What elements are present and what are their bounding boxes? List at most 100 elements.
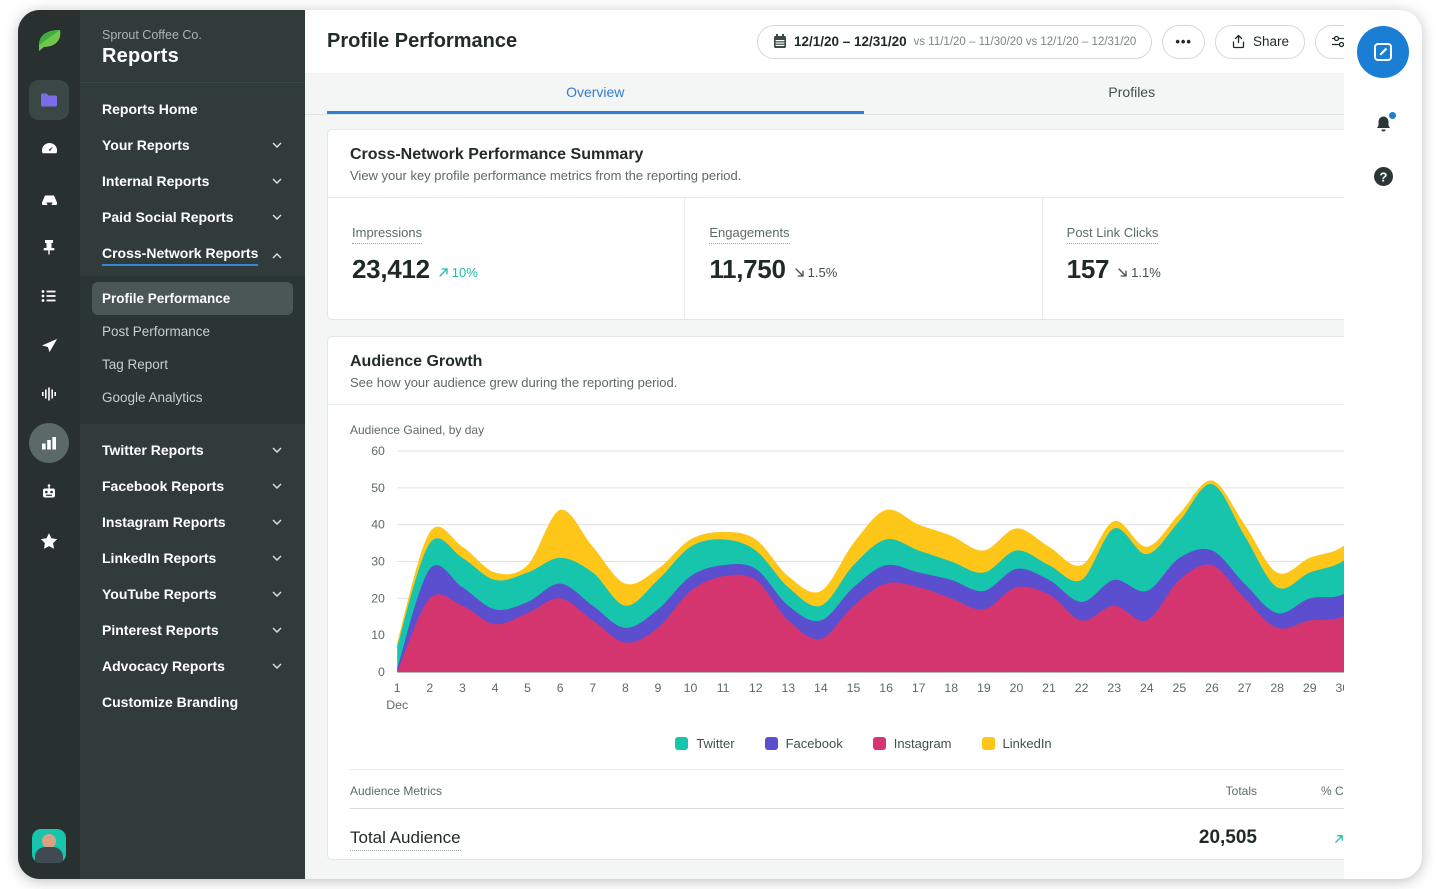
sidebar-subitem-tag-report[interactable]: Tag Report: [92, 348, 293, 381]
sidebar-header: Sprout Coffee Co. Reports: [80, 10, 305, 83]
arrow-up-right-icon: [438, 267, 449, 278]
legend-item-twitter[interactable]: Twitter: [675, 736, 734, 751]
sidebar-item-pinterest-reports[interactable]: Pinterest Reports: [80, 612, 305, 648]
sidebar-item-twitter-reports[interactable]: Twitter Reports: [80, 432, 305, 468]
sidebar-subitem-post-performance[interactable]: Post Performance: [92, 315, 293, 348]
share-icon: [1231, 34, 1246, 49]
svg-text:?: ?: [1379, 169, 1387, 184]
tab-overview[interactable]: Overview: [327, 73, 864, 114]
summary-subtitle: View your key profile performance metric…: [350, 168, 1377, 183]
sidebar-item-folder[interactable]: [29, 80, 69, 120]
legend-swatch: [873, 737, 886, 750]
y-axis-tick: 30: [371, 555, 385, 569]
reports-sidebar: Sprout Coffee Co. Reports Reports Home Y…: [80, 10, 305, 879]
app-window: Sprout Coffee Co. Reports Reports Home Y…: [18, 10, 1422, 879]
star-icon: [39, 531, 59, 551]
x-axis-tick: 17: [912, 681, 926, 695]
sidebar-item-label: Facebook Reports: [102, 478, 224, 494]
legend-label: Twitter: [696, 736, 734, 751]
arrow-down-right-icon: [1117, 267, 1128, 278]
x-axis-tick: 20: [1010, 681, 1024, 695]
audience-growth-chart[interactable]: 0102030405060123456789101112131415161718…: [350, 445, 1377, 720]
sidebar-item-dashboard[interactable]: [29, 129, 69, 169]
sidebar-item-label: Paid Social Reports: [102, 209, 233, 225]
folder-icon: [39, 90, 59, 110]
audience-metrics-table: Audience Metrics Totals % Change Total A…: [350, 769, 1377, 859]
sidebar-subitem-profile-performance[interactable]: Profile Performance: [92, 282, 293, 315]
x-axis-tick: 9: [655, 681, 662, 695]
primary-icon-rail: [18, 10, 80, 879]
sidebar-item-label: Twitter Reports: [102, 442, 204, 458]
sidebar-item-linkedin-reports[interactable]: LinkedIn Reports: [80, 540, 305, 576]
metric-label[interactable]: Impressions: [352, 225, 422, 244]
audience-title: Audience Growth: [350, 353, 1377, 371]
avatar-head: [42, 834, 56, 848]
x-axis-tick: 28: [1270, 681, 1284, 695]
x-axis-tick: 6: [557, 681, 564, 695]
chevron-down-icon: [271, 552, 283, 564]
metric-change-value: 1.1%: [1131, 265, 1161, 280]
date-range-comparison: vs 11/1/20 – 11/30/20 vs 12/1/20 – 12/31…: [914, 36, 1137, 48]
help-button[interactable]: ?: [1363, 156, 1403, 196]
sidebar-item-label: Instagram Reports: [102, 514, 226, 530]
metric-label[interactable]: Post Link Clicks: [1067, 225, 1159, 244]
sidebar-item-paid-social-reports[interactable]: Paid Social Reports: [80, 199, 305, 235]
sidebar-item-customize-branding[interactable]: Customize Branding: [80, 684, 305, 720]
date-range-selector[interactable]: 12/1/20 – 12/31/20 vs 11/1/20 – 11/30/20…: [757, 25, 1152, 59]
sprout-leaf-logo-icon[interactable]: [31, 24, 67, 60]
x-axis-tick: 11: [717, 681, 730, 695]
legend-label: Facebook: [786, 736, 843, 751]
x-axis-tick: 24: [1140, 681, 1154, 695]
x-axis-tick: 8: [622, 681, 629, 695]
report-tabs: Overview Profiles: [305, 73, 1422, 115]
y-axis-tick: 0: [378, 665, 385, 679]
legend-label: LinkedIn: [1003, 736, 1052, 751]
sidebar-item-label: Customize Branding: [102, 694, 238, 710]
legend-item-instagram[interactable]: Instagram: [873, 736, 952, 751]
sidebar-item-favorites[interactable]: [29, 521, 69, 561]
sidebar-item-cross-network-reports[interactable]: Cross-Network Reports: [80, 235, 305, 276]
sidebar-item-advocacy-reports[interactable]: Advocacy Reports: [80, 648, 305, 684]
arrow-down-right-icon: [794, 267, 805, 278]
share-button[interactable]: Share: [1215, 25, 1305, 59]
metric-label[interactable]: Engagements: [709, 225, 789, 244]
summary-title: Cross-Network Performance Summary: [350, 146, 1377, 164]
sidebar-item-pinned[interactable]: [29, 227, 69, 267]
row-metric-label[interactable]: Total Audience: [350, 828, 461, 851]
x-axis-tick: 22: [1075, 681, 1089, 695]
sidebar-subitem-google-analytics[interactable]: Google Analytics: [92, 381, 293, 414]
calendar-icon: [773, 34, 787, 49]
sidebar-item-bots[interactable]: [29, 472, 69, 512]
bar-chart-icon: [40, 434, 58, 452]
x-axis-tick: 4: [492, 681, 499, 695]
help-icon: ?: [1372, 165, 1395, 188]
sidebar-item-facebook-reports[interactable]: Facebook Reports: [80, 468, 305, 504]
compose-button[interactable]: [1357, 26, 1409, 78]
user-avatar[interactable]: [32, 829, 66, 863]
sidebar-item-youtube-reports[interactable]: YouTube Reports: [80, 576, 305, 612]
sidebar-item-internal-reports[interactable]: Internal Reports: [80, 163, 305, 199]
report-scroll-area[interactable]: Cross-Network Performance Summary View y…: [305, 115, 1422, 879]
notifications-button[interactable]: [1363, 104, 1403, 144]
sidebar-item-reports[interactable]: [29, 423, 69, 463]
more-options-button[interactable]: •••: [1162, 25, 1205, 59]
sidebar-item-label: LinkedIn Reports: [102, 550, 216, 566]
sidebar-item-publishing[interactable]: [29, 325, 69, 365]
legend-swatch: [765, 737, 778, 750]
sidebar-item-instagram-reports[interactable]: Instagram Reports: [80, 504, 305, 540]
legend-item-linkedin[interactable]: LinkedIn: [982, 736, 1052, 751]
legend-item-facebook[interactable]: Facebook: [765, 736, 843, 751]
row-total-value: 20,505: [1077, 827, 1257, 849]
notification-badge: [1388, 111, 1397, 120]
sidebar-item-your-reports[interactable]: Your Reports: [80, 127, 305, 163]
top-toolbar: Profile Performance 12/1/20 – 12/31/20 v…: [305, 10, 1422, 73]
chevron-down-icon: [271, 211, 283, 223]
tab-profiles[interactable]: Profiles: [864, 73, 1401, 114]
sidebar-item-inbox[interactable]: [29, 178, 69, 218]
sidebar-item-listening[interactable]: [29, 374, 69, 414]
x-axis-tick: 1: [394, 681, 401, 695]
x-axis-tick: 18: [944, 681, 958, 695]
sidebar-item-lists[interactable]: [29, 276, 69, 316]
sidebar-item-reports-home[interactable]: Reports Home: [80, 91, 305, 127]
list-icon: [39, 286, 59, 306]
